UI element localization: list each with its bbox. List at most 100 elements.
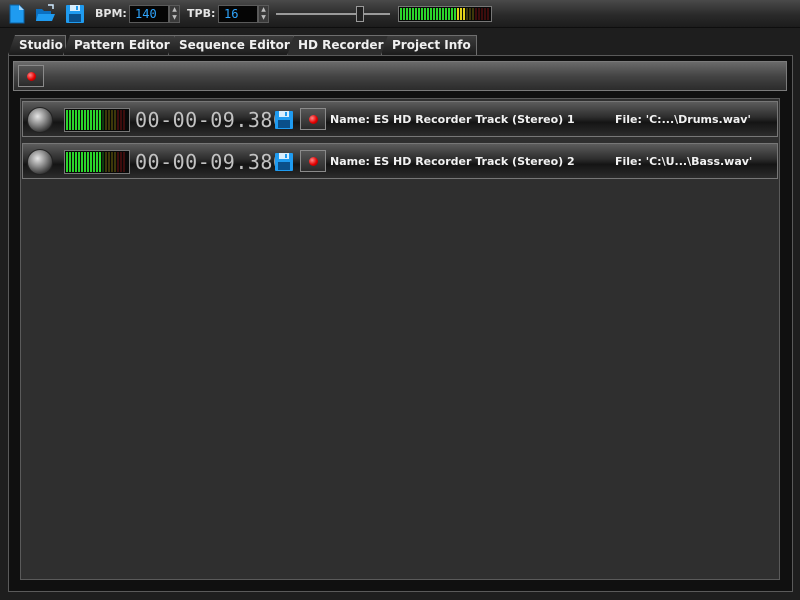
meter-segment [454, 8, 456, 20]
recorder-track: 00-00-09.380 Name: ES HD Recorder Track … [22, 101, 778, 137]
meter-segment [99, 110, 101, 130]
track-file: File: 'C:\U...\Bass.wav' [615, 155, 753, 168]
master-volume-slider-thumb[interactable] [356, 6, 364, 22]
meter-segment [114, 152, 116, 172]
meter-segment [120, 110, 122, 130]
tab-hd-recorder[interactable]: HD Recorder [287, 35, 389, 56]
track-name: Name: ES HD Recorder Track (Stereo) 2 [330, 155, 575, 168]
meter-segment [108, 152, 110, 172]
bpm-input[interactable]: 140 [129, 5, 169, 23]
track-time-display: 00-00-09.380 [135, 108, 286, 132]
meter-segment [75, 152, 77, 172]
meter-segment [96, 110, 98, 130]
record-icon [309, 115, 318, 124]
record-all-button[interactable] [18, 65, 44, 87]
open-folder-icon[interactable] [34, 3, 56, 25]
meter-segment [457, 8, 459, 20]
track-volume-knob[interactable] [27, 107, 53, 133]
meter-segment [72, 110, 74, 130]
meter-segment [466, 8, 468, 20]
meter-segment [90, 152, 92, 172]
save-floppy-icon[interactable] [273, 151, 295, 173]
track-file: File: 'C:...\Drums.wav' [615, 113, 751, 126]
save-floppy-icon[interactable] [64, 3, 86, 25]
meter-segment [442, 8, 444, 20]
recorder-track: 00-00-09.380 Name: ES HD Recorder Track … [22, 143, 778, 179]
top-toolbar: BPM: 140 ▲ ▼ TPB: 16 ▲ ▼ [0, 0, 800, 28]
meter-segment [81, 152, 83, 172]
meter-segment [418, 8, 420, 20]
track-name: Name: ES HD Recorder Track (Stereo) 1 [330, 113, 575, 126]
tab-studio[interactable]: Studio [8, 35, 66, 55]
tpb-spinner[interactable]: ▲ ▼ [258, 5, 269, 23]
meter-segment [445, 8, 447, 20]
meter-segment [469, 8, 471, 20]
save-floppy-icon[interactable] [273, 109, 295, 131]
new-file-icon[interactable] [6, 3, 28, 25]
meter-segment [102, 110, 104, 130]
meter-segment [120, 152, 122, 172]
meter-segment [78, 152, 80, 172]
meter-segment [75, 110, 77, 130]
tab-project-info[interactable]: Project Info [381, 35, 477, 55]
meter-segment [81, 110, 83, 130]
meter-segment [427, 8, 429, 20]
meter-segment [463, 8, 465, 20]
meter-segment [451, 8, 453, 20]
meter-segment [123, 152, 125, 172]
meter-segment [84, 110, 86, 130]
meter-segment [475, 8, 477, 20]
meter-segment [93, 110, 95, 130]
record-icon [309, 157, 318, 166]
track-level-meter [64, 108, 130, 132]
track-time-display: 00-00-09.380 [135, 150, 286, 174]
meter-segment [96, 152, 98, 172]
meter-segment [123, 110, 125, 130]
meter-segment [87, 110, 89, 130]
meter-segment [484, 8, 486, 20]
bpm-spinner[interactable]: ▲ ▼ [169, 5, 180, 23]
meter-segment [111, 110, 113, 130]
meter-segment [403, 8, 405, 20]
recorder-header-bar [13, 61, 787, 91]
tab-sequence-editor[interactable]: Sequence Editor [168, 35, 294, 55]
track-list: 00-00-09.380 Name: ES HD Recorder Track … [20, 98, 780, 580]
meter-segment [433, 8, 435, 20]
hd-recorder-panel: 00-00-09.380 Name: ES HD Recorder Track … [8, 55, 793, 592]
master-volume-slider-track[interactable] [276, 13, 390, 15]
meter-segment [460, 8, 462, 20]
tpb-input[interactable]: 16 [218, 5, 258, 23]
meter-segment [90, 110, 92, 130]
meter-segment [439, 8, 441, 20]
track-volume-knob[interactable] [27, 149, 53, 175]
meter-segment [406, 8, 408, 20]
meter-segment [436, 8, 438, 20]
track-record-button[interactable] [300, 108, 326, 130]
meter-segment [481, 8, 483, 20]
track-level-meter [64, 150, 130, 174]
record-icon [27, 72, 36, 81]
meter-segment [111, 152, 113, 172]
meter-segment [66, 152, 68, 172]
meter-segment [66, 110, 68, 130]
meter-segment [430, 8, 432, 20]
master-level-meter [398, 6, 492, 22]
bpm-label: BPM: [95, 7, 127, 20]
meter-segment [478, 8, 480, 20]
meter-segment [114, 110, 116, 130]
meter-segment [105, 110, 107, 130]
meter-segment [69, 110, 71, 130]
meter-segment [412, 8, 414, 20]
meter-segment [72, 152, 74, 172]
tpb-label: TPB: [187, 7, 216, 20]
meter-segment [409, 8, 411, 20]
meter-segment [87, 152, 89, 172]
meter-segment [448, 8, 450, 20]
meter-segment [421, 8, 423, 20]
meter-segment [78, 110, 80, 130]
meter-segment [400, 8, 402, 20]
track-record-button[interactable] [300, 150, 326, 172]
meter-segment [487, 8, 489, 20]
tab-pattern-editor[interactable]: Pattern Editor [63, 35, 175, 55]
meter-segment [415, 8, 417, 20]
